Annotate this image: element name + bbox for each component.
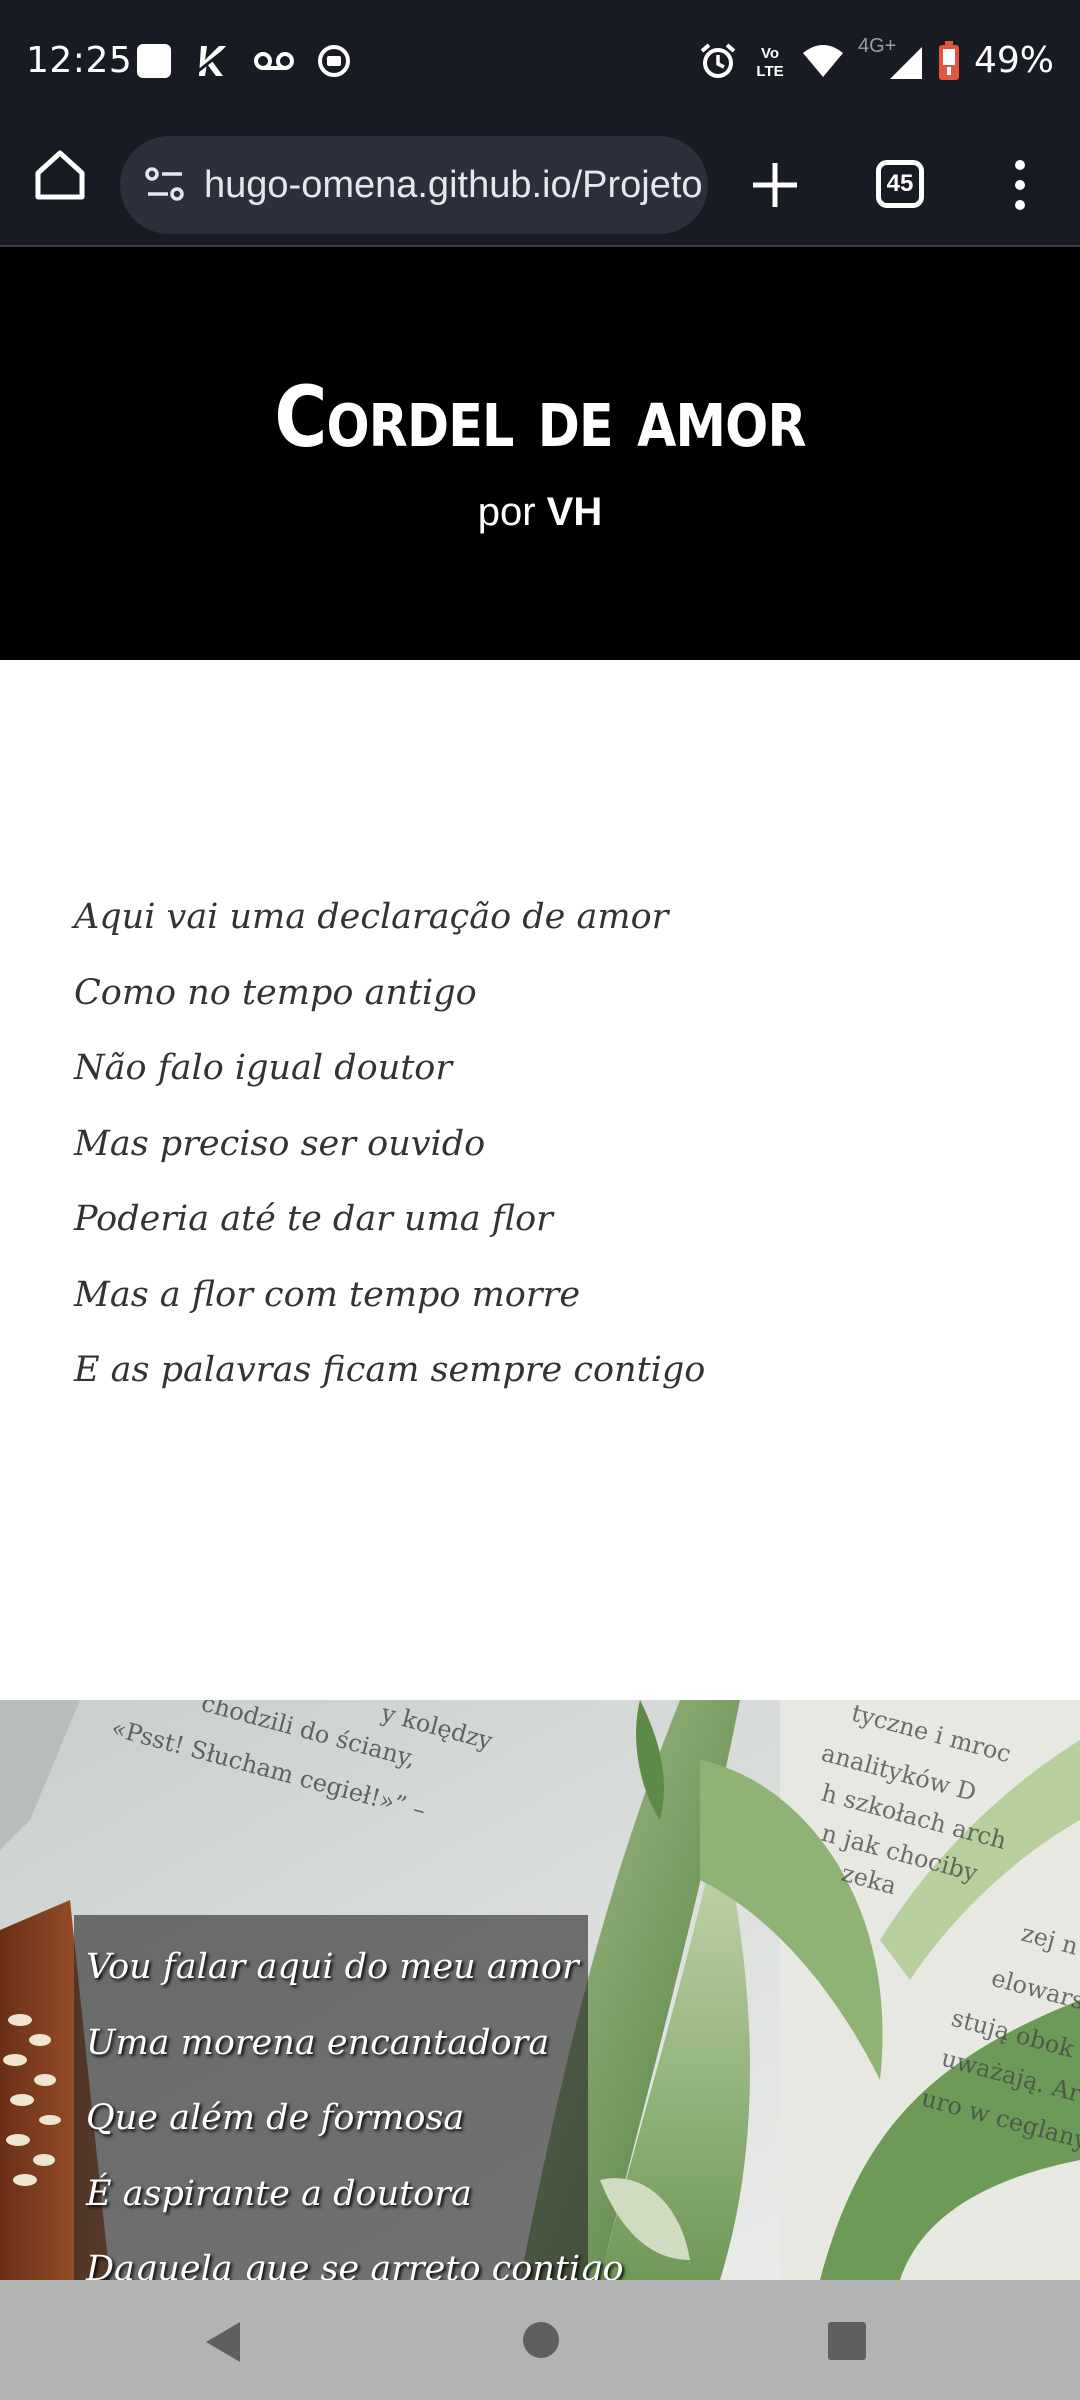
app-icon (137, 44, 171, 78)
battery-icon (938, 41, 959, 80)
home-button[interactable] (523, 2322, 559, 2358)
svg-text:LTE: LTE (756, 63, 783, 80)
battery-percent: 49% (973, 40, 1054, 81)
wifi-icon (802, 45, 843, 77)
tabs-button[interactable]: 45 (876, 160, 924, 208)
signal-group: 4G+ (858, 35, 924, 83)
voicemail-icon (254, 52, 294, 70)
browser-toolbar: hugo-omena.github.io/Projeto 45 (0, 125, 1080, 247)
verse: Mas preciso ser ouvido (74, 1123, 486, 1164)
verse: É aspirante a doutora (86, 2173, 472, 2214)
url-pill[interactable]: hugo-omena.github.io/Projeto (120, 136, 708, 234)
author-line: por VH (0, 487, 1080, 537)
verse: Mas a flor com tempo morre (74, 1274, 581, 1315)
verse: Vou falar aqui do meu amor (86, 1947, 579, 1987)
author-prefix: por (477, 490, 536, 534)
site-settings-icon[interactable] (142, 162, 188, 208)
address-bar[interactable]: hugo-omena.github.io/Projeto (120, 125, 708, 245)
status-time: 12:25 (26, 40, 133, 81)
signal-icon (889, 47, 922, 79)
poem-section-1: Aqui vai uma declaração de amor Como no … (74, 880, 974, 1409)
verse: Como no tempo antigo (74, 972, 477, 1013)
verse: Que além de formosa (86, 2098, 465, 2138)
k-icon (196, 46, 226, 76)
verse: Aqui vai uma declaração de amor (74, 897, 669, 937)
system-nav-bar (0, 2280, 1080, 2400)
recents-button[interactable] (828, 2322, 866, 2360)
status-right: Vo LTE 4G+ 49% (698, 35, 1054, 84)
url-text[interactable]: hugo-omena.github.io/Projeto (204, 164, 703, 207)
status-bar: 12:25 Vo LTE 4G+ 49% (0, 0, 1080, 125)
poem-2-verses: Vou falar aqui do meu amor Uma morena en… (86, 1930, 624, 2280)
media-icon (318, 45, 350, 77)
menu-icon[interactable] (1000, 155, 1040, 215)
author-name: VH (546, 490, 603, 534)
svg-text:Vo: Vo (761, 45, 779, 62)
page-title: Cordel de amor (274, 368, 806, 466)
verse: Daquela que se arreto contigo (86, 2249, 624, 2280)
verse: Poderia até te dar uma flor (74, 1199, 553, 1239)
notification-icons (135, 42, 351, 80)
volte-icon: VoLTE (756, 45, 783, 80)
home-icon[interactable] (32, 147, 88, 203)
back-icon[interactable] (204, 2320, 244, 2364)
verse: E as palavras ficam sempre contigo (74, 1350, 706, 1390)
poem-section-2: «Psst! Słucham cegieł!»” – chodzili do ś… (0, 1700, 1080, 2280)
page-header: Cordel de amor por VH (0, 247, 1080, 660)
alarm-icon (700, 43, 736, 78)
verse: Não falo igual doutor (74, 1048, 453, 1088)
verse: Uma morena encantadora (86, 2022, 550, 2063)
new-tab-icon[interactable] (745, 155, 805, 215)
